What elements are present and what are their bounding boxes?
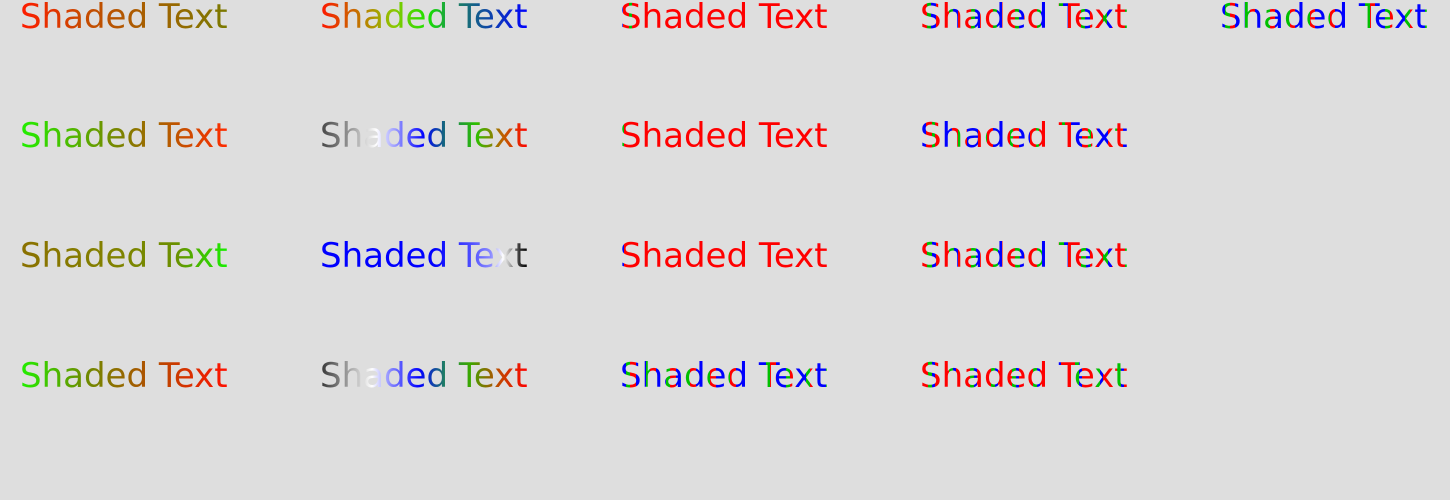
shaded-text-sample-r2-c2: Shaded Text (320, 116, 528, 156)
shaded-text-sample-r3-c3: Shaded Text (620, 236, 828, 276)
shaded-text-sample-r3-c1: Shaded Text (20, 236, 228, 276)
shaded-text-sample-r3-c4: Shaded Text (920, 236, 1128, 276)
shaded-text-sample-r1-c4: Shaded Text (920, 0, 1128, 37)
shaded-text-sample-r1-c1: Shaded Text (20, 0, 228, 37)
shaded-text-sample-r1-c2: Shaded Text (320, 0, 528, 37)
shaded-text-sample-r2-c1: Shaded Text (20, 116, 228, 156)
shaded-text-sample-r2-c3: Shaded Text (620, 116, 828, 156)
shaded-text-sample-r4-c1: Shaded Text (20, 356, 228, 396)
shaded-text-sample-r4-c4: Shaded Text (920, 356, 1128, 396)
shaded-text-sample-r3-c2: Shaded Text (320, 236, 528, 276)
shaded-text-sample-r4-c3: Shaded Text (620, 356, 828, 396)
shaded-text-sample-r4-c2: Shaded Text (320, 356, 528, 396)
shaded-text-sample-r1-c3: Shaded Text (620, 0, 828, 37)
shaded-text-sample-r1-c5: Shaded Text (1220, 0, 1428, 37)
shaded-text-sample-r2-c4: Shaded Text (920, 116, 1128, 156)
